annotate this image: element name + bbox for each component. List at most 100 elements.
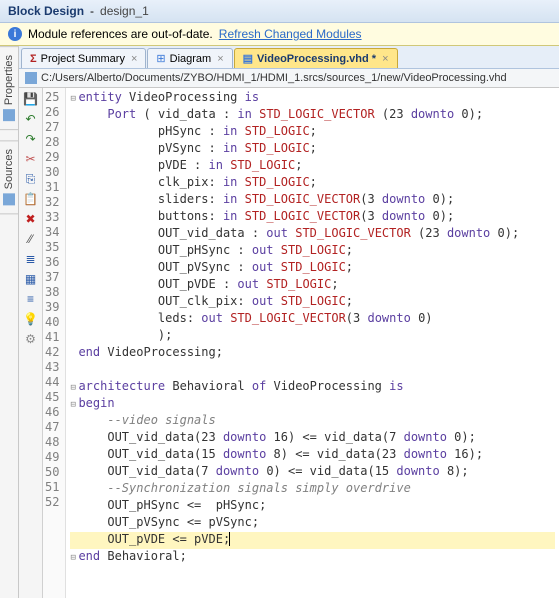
code-line[interactable]: buttons: in STD_LOGIC_VECTOR(3 downto 0)… — [70, 209, 555, 226]
code-line[interactable]: OUT_vid_data : out STD_LOGIC_VECTOR (23 … — [70, 226, 555, 243]
line-number: 42 — [45, 345, 59, 360]
file-icon: ▤ — [243, 52, 253, 65]
side-tab-sources[interactable]: Sources — [0, 140, 18, 214]
title-label: Block Design — [8, 4, 84, 18]
code-line[interactable]: pHSync : in STD_LOGIC; — [70, 124, 555, 141]
code-line[interactable]: OUT_vid_data(7 downto 0) <= vid_data(15 … — [70, 464, 555, 481]
properties-icon — [3, 109, 15, 121]
code-line[interactable]: pVSync : in STD_LOGIC; — [70, 141, 555, 158]
code-line[interactable]: ⊟end Behavioral; — [70, 549, 555, 566]
line-number: 37 — [45, 270, 59, 285]
indent-icon[interactable]: ≡ — [22, 290, 40, 308]
cut-icon[interactable]: ✂ — [22, 150, 40, 168]
settings-icon[interactable]: ⚙ — [22, 330, 40, 348]
code-editor[interactable]: ⊟entity VideoProcessing is Port ( vid_da… — [66, 88, 559, 598]
title-bar: Block Design - design_1 — [0, 0, 559, 23]
code-line[interactable]: OUT_clk_pix: out STD_LOGIC; — [70, 294, 555, 311]
copy-icon[interactable]: ⎘ — [22, 170, 40, 188]
code-line[interactable]: Port ( vid_data : in STD_LOGIC_VECTOR (2… — [70, 107, 555, 124]
editor-toolbar: 💾 ↶ ↷ ✂ ⎘ 📋 ✖ ⁄⁄ ≣ ▦ ≡ 💡 ⚙ — [19, 88, 43, 598]
line-number: 48 — [45, 435, 59, 450]
code-line[interactable]: OUT_pHSync <= pHSync; — [70, 498, 555, 515]
sources-icon — [3, 194, 15, 206]
line-number: 40 — [45, 315, 59, 330]
code-line[interactable]: --Synchronization signals simply overdri… — [70, 481, 555, 498]
diagram-icon: ⊞ — [156, 52, 165, 65]
code-line[interactable]: OUT_vid_data(15 downto 8) <= vid_data(23… — [70, 447, 555, 464]
code-line[interactable]: OUT_pVSync <= pVSync; — [70, 515, 555, 532]
side-tab-properties[interactable]: Properties — [0, 46, 18, 130]
file-icon — [25, 72, 37, 84]
line-number: 45 — [45, 390, 59, 405]
redo-icon[interactable]: ↷ — [22, 130, 40, 148]
refresh-modules-link[interactable]: Refresh Changed Modules — [219, 27, 362, 41]
info-icon: i — [8, 27, 22, 41]
code-line[interactable] — [70, 362, 555, 379]
lightbulb-icon[interactable]: 💡 — [22, 310, 40, 328]
design-name: design_1 — [100, 4, 149, 18]
line-number: 31 — [45, 180, 59, 195]
code-line[interactable]: OUT_pVDE : out STD_LOGIC; — [70, 277, 555, 294]
paste-icon[interactable]: 📋 — [22, 190, 40, 208]
code-line[interactable]: OUT_vid_data(23 downto 16) <= vid_data(7… — [70, 430, 555, 447]
tab-videoprocessing[interactable]: ▤ VideoProcessing.vhd * × — [234, 48, 398, 68]
line-number: 47 — [45, 420, 59, 435]
code-line[interactable]: leds: out STD_LOGIC_VECTOR(3 downto 0) — [70, 311, 555, 328]
tab-label: Project Summary — [41, 53, 125, 65]
goto-icon[interactable]: ▦ — [22, 270, 40, 288]
line-number: 34 — [45, 225, 59, 240]
replace-icon[interactable]: ≣ — [22, 250, 40, 268]
line-number: 35 — [45, 240, 59, 255]
side-tab-label: Properties — [3, 55, 15, 105]
line-number: 27 — [45, 120, 59, 135]
editor-tabs: Σ Project Summary × ⊞ Diagram × ▤ VideoP… — [19, 46, 559, 69]
save-icon[interactable]: 💾 — [22, 90, 40, 108]
line-number: 49 — [45, 450, 59, 465]
code-line[interactable]: end VideoProcessing; — [70, 345, 555, 362]
code-line[interactable]: clk_pix: in STD_LOGIC; — [70, 175, 555, 192]
code-line[interactable]: ⊟begin — [70, 396, 555, 413]
line-number: 39 — [45, 300, 59, 315]
line-number: 36 — [45, 255, 59, 270]
line-number: 25 — [45, 90, 59, 105]
design-separator: - — [90, 4, 94, 18]
code-line[interactable]: OUT_pHSync : out STD_LOGIC; — [70, 243, 555, 260]
undo-icon[interactable]: ↶ — [22, 110, 40, 128]
warning-bar: i Module references are out-of-date. Ref… — [0, 23, 559, 46]
line-gutter: 2526272829303132333435363738394041424344… — [43, 88, 66, 598]
line-number: 29 — [45, 150, 59, 165]
line-number: 26 — [45, 105, 59, 120]
code-line[interactable]: pVDE : in STD_LOGIC; — [70, 158, 555, 175]
code-line[interactable]: ⊟entity VideoProcessing is — [70, 90, 555, 107]
line-number: 33 — [45, 210, 59, 225]
side-tabs: Properties Sources — [0, 46, 19, 598]
find-icon[interactable]: ⁄⁄ — [22, 230, 40, 248]
close-icon[interactable]: × — [131, 53, 137, 65]
sigma-icon: Σ — [30, 53, 37, 65]
line-number: 43 — [45, 360, 59, 375]
warning-text: Module references are out-of-date. — [28, 27, 213, 41]
file-path: C:/Users/Alberto/Documents/ZYBO/HDMI_1/H… — [41, 72, 507, 84]
delete-icon[interactable]: ✖ — [22, 210, 40, 228]
tab-project-summary[interactable]: Σ Project Summary × — [21, 48, 146, 68]
tab-diagram[interactable]: ⊞ Diagram × — [147, 48, 232, 68]
code-line[interactable]: ⊟architecture Behavioral of VideoProcess… — [70, 379, 555, 396]
close-icon[interactable]: × — [217, 53, 223, 65]
line-number: 52 — [45, 495, 59, 510]
path-bar: C:/Users/Alberto/Documents/ZYBO/HDMI_1/H… — [19, 69, 559, 88]
line-number: 46 — [45, 405, 59, 420]
line-number: 30 — [45, 165, 59, 180]
line-number: 41 — [45, 330, 59, 345]
code-line[interactable]: ); — [70, 328, 555, 345]
side-tab-label: Sources — [3, 149, 15, 189]
close-icon[interactable]: × — [382, 53, 388, 65]
code-line[interactable]: OUT_pVDE <= pVDE; — [70, 532, 555, 549]
tab-label: Diagram — [170, 53, 212, 65]
code-line[interactable]: --video signals — [70, 413, 555, 430]
line-number: 44 — [45, 375, 59, 390]
code-line[interactable]: sliders: in STD_LOGIC_VECTOR(3 downto 0)… — [70, 192, 555, 209]
tab-label: VideoProcessing.vhd * — [257, 53, 376, 65]
code-line[interactable]: OUT_pVSync : out STD_LOGIC; — [70, 260, 555, 277]
line-number: 28 — [45, 135, 59, 150]
line-number: 51 — [45, 480, 59, 495]
